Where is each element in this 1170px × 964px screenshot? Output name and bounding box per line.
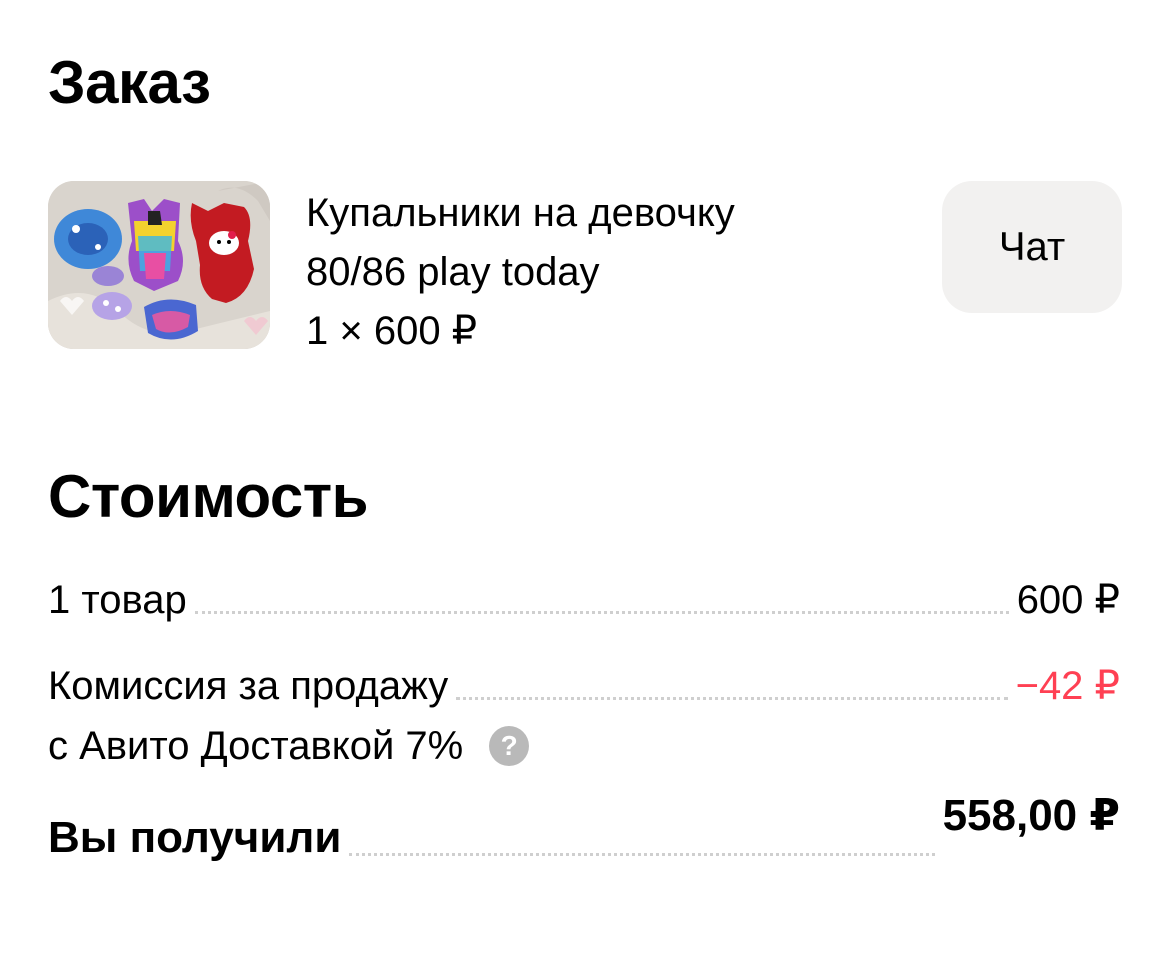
total-label: Вы получили <box>48 813 342 862</box>
chat-button[interactable]: Чат <box>942 181 1122 313</box>
total-row: Вы получили 558,00 ₽ <box>48 791 1120 864</box>
items-label: 1 товар <box>48 578 187 622</box>
commission-sublabel: с Авито Доставкой 7% ? <box>48 722 530 770</box>
order-details-page: Заказ Купальники на девочку 80/86 play t… <box>0 0 1170 964</box>
items-value: 600 ₽ <box>1016 578 1120 622</box>
dotted-leader <box>194 611 1009 614</box>
commission-label: Комиссия за продажу <box>48 664 449 708</box>
product-name-line1: Купальники на девочку <box>306 191 735 235</box>
order-section-title: Заказ <box>48 49 211 116</box>
product-quantity-price: 1 × 600 ₽ <box>306 309 478 353</box>
product-name-line2: 80/86 play today <box>306 250 600 294</box>
question-circle-icon[interactable]: ? <box>489 726 530 766</box>
commission-value: −42 ₽ <box>1015 664 1120 708</box>
product-thumbnail[interactable] <box>48 181 270 349</box>
cost-section-title: Стоимость <box>48 463 369 530</box>
total-value: 558,00 ₽ <box>942 791 1120 840</box>
product-info[interactable]: Купальники на девочку 80/86 play today 1… <box>306 184 735 361</box>
swimsuits-photo <box>48 181 270 349</box>
commission-label-line2: с Авито Доставкой 7% <box>48 724 464 768</box>
commission-row: Комиссия за продажу −42 ₽ <box>48 662 1120 710</box>
items-cost-row: 1 товар 600 ₽ <box>48 576 1120 624</box>
dotted-leader <box>349 853 935 856</box>
dotted-leader <box>456 697 1008 700</box>
